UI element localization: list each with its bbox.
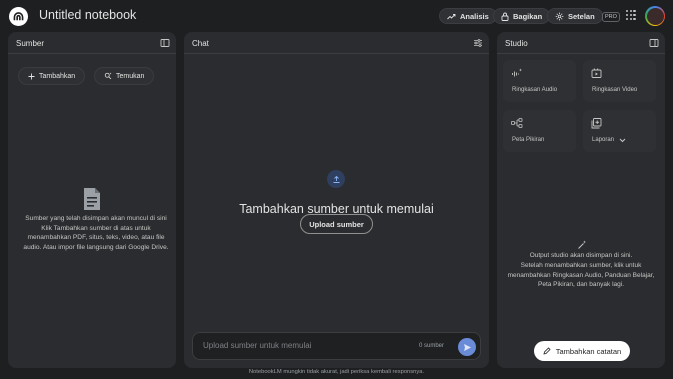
notebook-title[interactable]: Untitled notebook xyxy=(39,8,136,22)
upload-circle xyxy=(327,170,345,188)
collapse-panel-icon[interactable] xyxy=(649,38,659,48)
audio-overview-tile[interactable]: Ringkasan Audio xyxy=(503,60,576,102)
magic-wand-icon xyxy=(578,240,586,249)
chat-title: Chat xyxy=(192,39,209,48)
studio-header: Studio xyxy=(497,32,665,54)
chevron-down-icon[interactable] xyxy=(619,138,626,143)
analysis-button[interactable]: Analisis xyxy=(439,8,497,24)
studio-empty-text: Output studio akan disimpan di sini. Set… xyxy=(507,252,655,289)
add-note-button[interactable]: Tambahkan catatan xyxy=(534,341,630,361)
video-overview-label: Ringkasan Video xyxy=(592,87,638,93)
mind-map-tile[interactable]: Peta Pikiran xyxy=(503,110,576,152)
studio-title: Studio xyxy=(505,39,528,48)
chat-input-box: 0 sumber xyxy=(192,332,481,360)
discover-sources-button[interactable]: Temukan xyxy=(94,67,155,85)
source-count: 0 sumber xyxy=(419,343,445,349)
add-note-label: Tambahkan catatan xyxy=(555,346,622,356)
add-source-label: Tambahkan xyxy=(39,72,76,80)
report-label: Laporan xyxy=(592,137,615,143)
mind-map-icon xyxy=(511,118,523,128)
collapse-panel-icon[interactable] xyxy=(160,38,170,48)
apps-grid-icon[interactable] xyxy=(626,10,636,20)
gear-icon xyxy=(555,12,564,20)
pro-badge: PRO xyxy=(602,12,620,22)
analysis-label: Analisis xyxy=(460,11,489,21)
upload-source-button[interactable]: Upload sumber xyxy=(300,214,373,234)
report-label-row: Laporan xyxy=(592,137,626,143)
settings-button[interactable]: Setelan xyxy=(547,8,603,24)
trending-up-icon xyxy=(447,13,456,19)
pencil-icon xyxy=(543,347,551,355)
report-icon xyxy=(591,118,602,129)
notebooklm-logo-icon xyxy=(13,12,24,21)
chat-input[interactable] xyxy=(203,341,403,350)
audio-overview-label: Ringkasan Audio xyxy=(512,87,558,93)
send-button[interactable] xyxy=(458,338,476,356)
mind-map-label: Peta Pikiran xyxy=(512,137,545,143)
sources-empty-text: Sumber yang telah disimpan akan muncul d… xyxy=(23,215,169,251)
notebooklm-logo[interactable] xyxy=(9,7,28,26)
document-icon xyxy=(84,188,100,210)
share-label: Bagikan xyxy=(513,11,543,21)
top-bar: Untitled notebook Analisis Bagikan Setel… xyxy=(0,0,673,32)
video-icon xyxy=(591,68,602,78)
add-source-button[interactable]: Tambahkan xyxy=(18,67,86,85)
share-button[interactable]: Bagikan xyxy=(493,8,551,24)
sources-header: Sumber xyxy=(8,32,176,54)
lock-icon xyxy=(501,12,509,21)
sources-title: Sumber xyxy=(16,39,45,48)
report-tile[interactable]: Laporan xyxy=(583,110,656,152)
tune-icon[interactable] xyxy=(473,38,483,48)
audio-sparkle-icon xyxy=(512,68,522,77)
footer-disclaimer: NotebookLM mungkin tidak akurat, jadi pe… xyxy=(248,369,425,375)
avatar-image xyxy=(646,7,664,25)
discover-label: Temukan xyxy=(116,72,145,80)
chat-panel: Chat Tambahkan sumber untuk memulai Uplo… xyxy=(184,32,489,368)
avatar[interactable] xyxy=(645,6,665,26)
settings-label: Setelan xyxy=(568,11,595,21)
send-icon xyxy=(463,343,471,351)
chat-header: Chat xyxy=(184,32,489,54)
studio-panel: Studio Ringkasan Audio Ringkasan Video P… xyxy=(497,32,665,368)
video-overview-tile[interactable]: Ringkasan Video xyxy=(583,60,656,102)
upload-icon xyxy=(333,175,339,183)
search-sparkle-icon xyxy=(104,72,112,80)
plus-icon xyxy=(28,73,35,79)
sources-panel: Sumber Tambahkan Temukan Sumber yang tel… xyxy=(8,32,176,368)
